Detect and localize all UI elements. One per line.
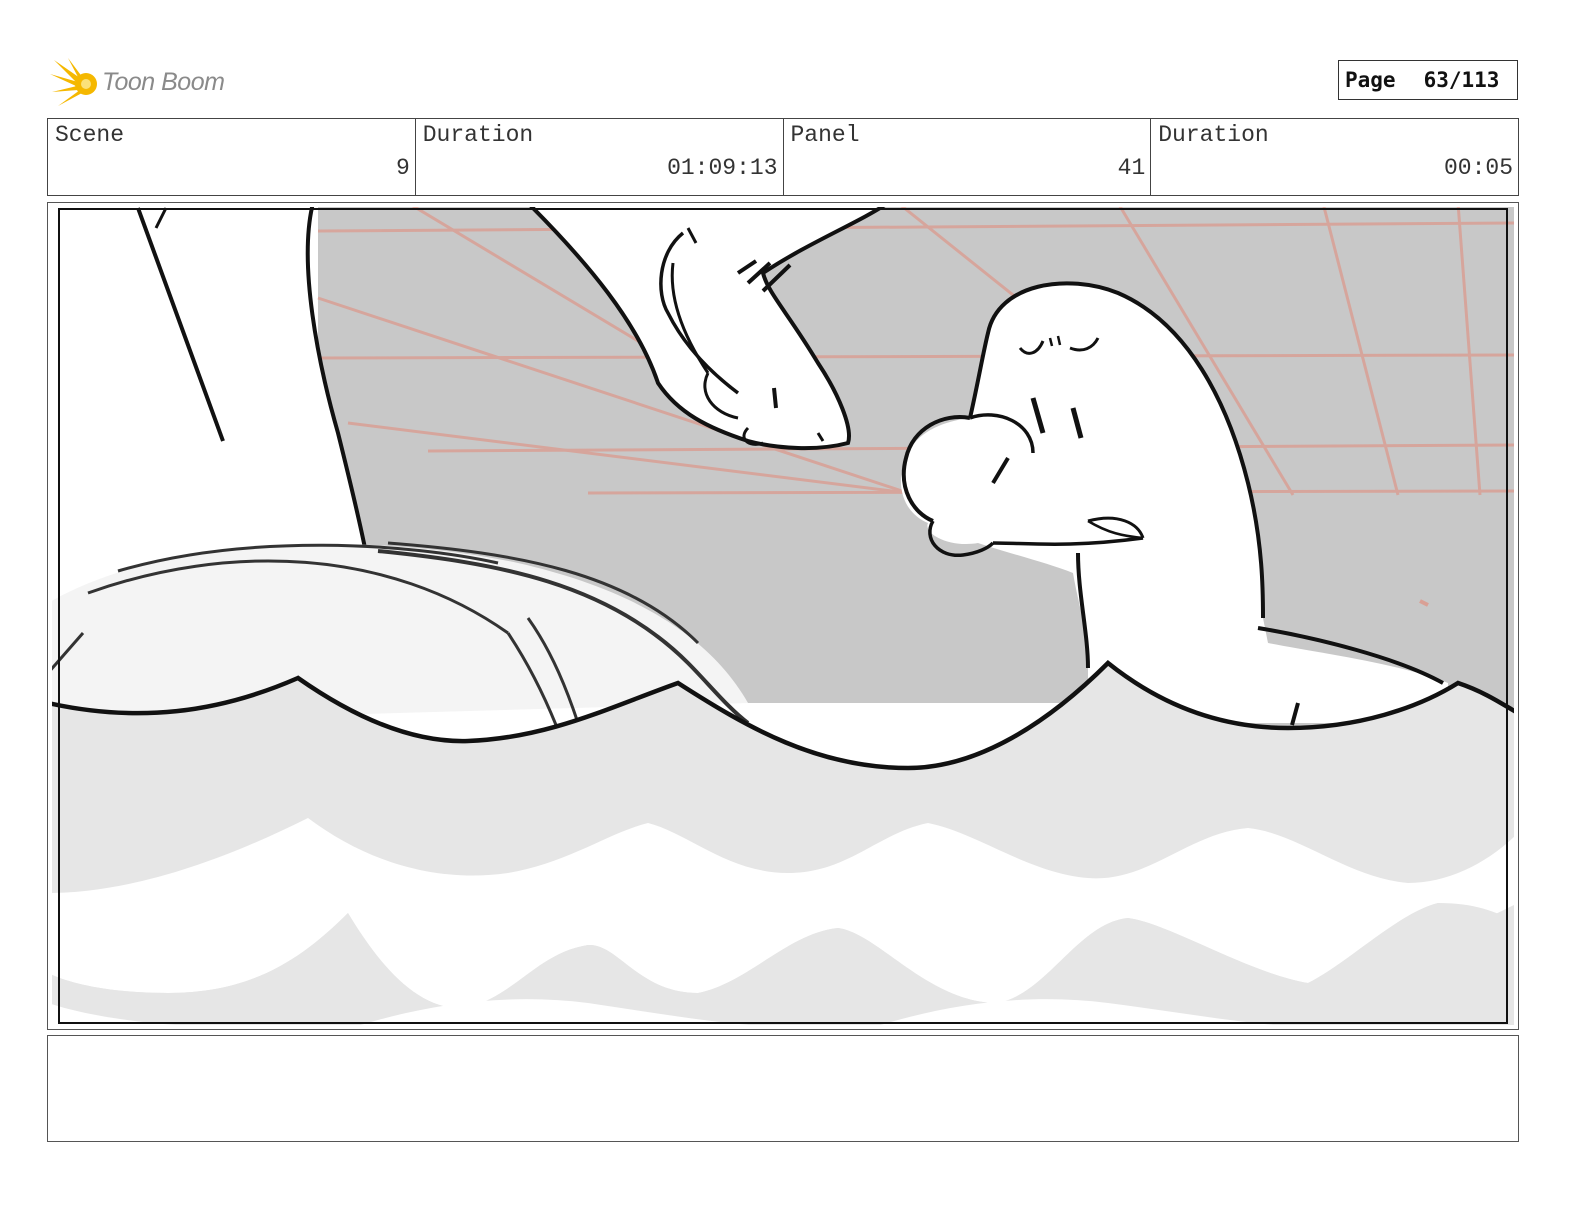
- panel-duration-cell: Duration 00:05: [1151, 119, 1518, 195]
- panel-duration-label: Duration: [1158, 122, 1269, 148]
- scene-value: 9: [395, 155, 410, 181]
- page-number: 63/113: [1423, 68, 1500, 92]
- panel-label: Panel: [790, 122, 860, 148]
- page-indicator: Page 63/113: [1338, 60, 1518, 100]
- scene-duration-value: 01:09:13: [667, 155, 778, 181]
- scene-label: Scene: [55, 122, 125, 148]
- scene-duration-cell: Duration 01:09:13: [416, 119, 784, 195]
- panel-value: 41: [1117, 155, 1146, 181]
- scene-cell: Scene 9: [48, 119, 416, 195]
- storyboard-panel: [47, 202, 1519, 1030]
- starburst-logo-icon: [50, 58, 97, 106]
- page-label: Page: [1345, 68, 1396, 92]
- toon-boom-logo: Toon Boom: [50, 52, 250, 112]
- panel-duration-value: 00:05: [1443, 155, 1513, 181]
- scene-duration-label: Duration: [422, 122, 534, 148]
- panel-cell: Panel 41: [784, 119, 1152, 195]
- panel-drawing: [52, 207, 1514, 1025]
- panel-info-table: Scene 9 Duration 01:09:13 Panel 41 Durat…: [47, 118, 1519, 196]
- panel-notes-box[interactable]: [47, 1035, 1519, 1142]
- logo-text: Toon Boom: [102, 67, 225, 96]
